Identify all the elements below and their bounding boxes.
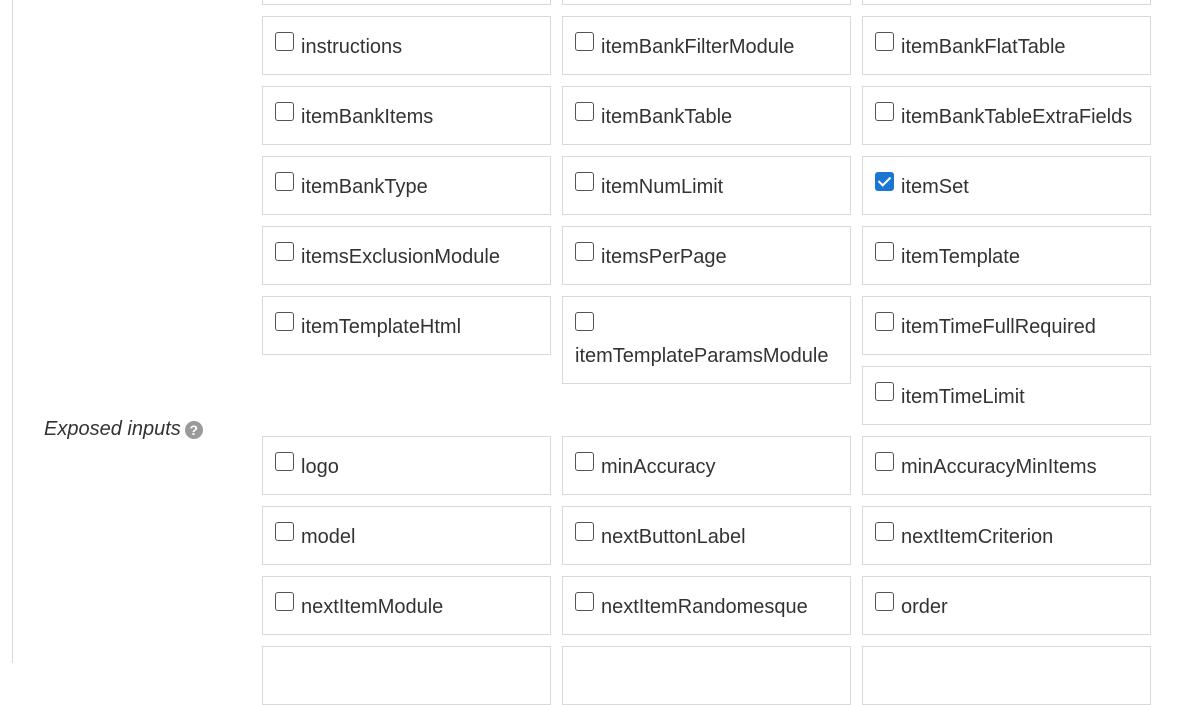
- checkbox[interactable]: [875, 382, 894, 401]
- checkbox-label: nextButtonLabel: [601, 526, 746, 548]
- checkbox[interactable]: [275, 592, 294, 611]
- checkbox-label: itemSet: [901, 176, 969, 198]
- checkbox[interactable]: [275, 172, 294, 191]
- checkbox-option-partial[interactable]: [562, 646, 851, 705]
- checkbox[interactable]: [875, 592, 894, 611]
- checkbox-label: itemBankFilterModule: [601, 36, 795, 58]
- checkbox-option-order[interactable]: order: [862, 576, 1151, 635]
- checkbox[interactable]: [575, 32, 594, 51]
- checkbox-label: logo: [301, 456, 339, 478]
- checkbox-label: itemTemplateHtml: [301, 316, 462, 338]
- checkbox[interactable]: [575, 102, 594, 121]
- checkbox[interactable]: [575, 242, 594, 261]
- checkbox[interactable]: [575, 172, 594, 191]
- exposed-inputs-label-text: Exposed inputs: [44, 418, 181, 440]
- checkbox[interactable]: [875, 312, 894, 331]
- checkbox-label: minAccuracy: [601, 456, 716, 478]
- checkbox[interactable]: [575, 592, 594, 611]
- checkbox-option-itemtimelimit[interactable]: itemTimeLimit: [862, 366, 1151, 425]
- checkbox[interactable]: [575, 522, 594, 541]
- checkbox[interactable]: [875, 522, 894, 541]
- checkbox-label: itemsExclusionModule: [301, 246, 500, 268]
- checkbox-option-itemsexclusionmodule[interactable]: itemsExclusionModule: [262, 226, 551, 285]
- checkbox[interactable]: [575, 312, 594, 331]
- checkbox-option-model[interactable]: model: [262, 506, 551, 565]
- exposed-inputs-label: Exposed inputs ?: [44, 418, 203, 441]
- checkbox-option-partial[interactable]: [862, 646, 1151, 705]
- checkbox[interactable]: [875, 242, 894, 261]
- checkbox-label: itemBankFlatTable: [901, 36, 1066, 58]
- checkbox-option-minaccuracy[interactable]: minAccuracy: [562, 436, 851, 495]
- checkbox-label: minAccuracyMinItems: [901, 456, 1097, 478]
- checkbox-label: itemTimeFullRequired: [901, 316, 1096, 338]
- checkbox-label: nextItemRandomesque: [601, 596, 808, 618]
- checkbox-label: itemNumLimit: [601, 176, 724, 198]
- checkbox-option-itemnumlimit[interactable]: itemNumLimit: [562, 156, 851, 215]
- checkbox-checked[interactable]: [875, 172, 894, 191]
- checkbox-label: itemTimeLimit: [901, 386, 1025, 408]
- checkbox-option-partial[interactable]: [562, 0, 851, 5]
- checkbox-option-itemset[interactable]: itemSet: [862, 156, 1151, 215]
- checkbox[interactable]: [875, 452, 894, 471]
- checkbox-label: nextItemModule: [301, 596, 444, 618]
- checkbox-option-nextitemcriterion[interactable]: nextItemCriterion: [862, 506, 1151, 565]
- checkbox-label: itemBankType: [301, 176, 428, 198]
- checkbox-option-partial[interactable]: [862, 0, 1151, 5]
- checkbox-option-partial[interactable]: [262, 646, 551, 705]
- checkbox-label: model: [301, 526, 356, 548]
- checkbox-option-itembanktype[interactable]: itemBankType: [262, 156, 551, 215]
- checkbox-option-itemtemplatehtml[interactable]: itemTemplateHtml: [262, 296, 551, 355]
- checkbox-option-logo[interactable]: logo: [262, 436, 551, 495]
- checkbox-option-minaccuracyminitems[interactable]: minAccuracyMinItems: [862, 436, 1151, 495]
- checkbox-option-itemtemplate[interactable]: itemTemplate: [862, 226, 1151, 285]
- checkbox-label: order: [901, 596, 948, 618]
- checkbox-option-itembanktableextrafields[interactable]: itemBankTableExtraFields: [862, 86, 1151, 145]
- checkbox[interactable]: [275, 452, 294, 471]
- checkbox-option-nextbuttonlabel[interactable]: nextButtonLabel: [562, 506, 851, 565]
- checkbox-label: itemBankTable: [601, 106, 733, 128]
- checkbox-option-nextitemrandomesque[interactable]: nextItemRandomesque: [562, 576, 851, 635]
- checkbox-option-instructions[interactable]: instructions: [262, 16, 551, 75]
- checkbox-option-itembankitems[interactable]: itemBankItems: [262, 86, 551, 145]
- checkbox-label: itemTemplateParamsModule: [575, 345, 829, 367]
- checkbox[interactable]: [875, 102, 894, 121]
- checkbox[interactable]: [275, 522, 294, 541]
- checkbox-option-itemsperpage[interactable]: itemsPerPage: [562, 226, 851, 285]
- checkbox-option-nextitemmodule[interactable]: nextItemModule: [262, 576, 551, 635]
- checkbox[interactable]: [875, 32, 894, 51]
- checkbox-option-itembanktable[interactable]: itemBankTable: [562, 86, 851, 145]
- checkbox-label: itemBankItems: [301, 106, 434, 128]
- checkbox-option-itembankfiltermodule[interactable]: itemBankFilterModule: [562, 16, 851, 75]
- checkbox-option-partial[interactable]: [262, 0, 551, 5]
- checkbox-label: itemsPerPage: [601, 246, 727, 268]
- question-circle-icon[interactable]: ?: [184, 420, 203, 439]
- form-left-border: [12, 0, 13, 663]
- checkbox-option-itemtimefullrequired[interactable]: itemTimeFullRequired: [862, 296, 1151, 355]
- checkbox-label: itemBankTableExtraFields: [901, 106, 1133, 128]
- checkbox-option-itemtemplateparamsmodule[interactable]: itemTemplateParamsModule: [562, 296, 851, 384]
- checkbox-label: itemTemplate: [901, 246, 1020, 268]
- checkbox-label: instructions: [301, 36, 403, 58]
- checkbox-option-itembankflattable[interactable]: itemBankFlatTable: [862, 16, 1151, 75]
- checkbox[interactable]: [275, 32, 294, 51]
- checkbox[interactable]: [275, 102, 294, 121]
- checkbox-label: nextItemCriterion: [901, 526, 1054, 548]
- checkbox[interactable]: [275, 312, 294, 331]
- checkbox[interactable]: [575, 452, 594, 471]
- checkbox[interactable]: [275, 242, 294, 261]
